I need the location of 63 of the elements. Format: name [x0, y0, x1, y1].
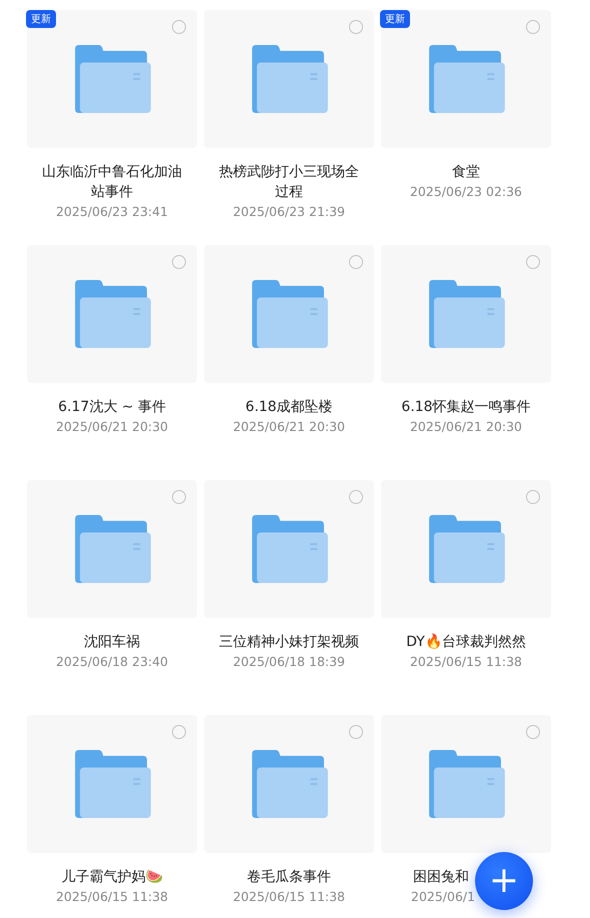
folder-icon [250, 515, 328, 583]
folder-name: 卷毛瓜条事件 [246, 868, 332, 887]
folder-icon [250, 280, 328, 348]
folder-card[interactable]: 更新 [381, 10, 551, 148]
select-checkbox[interactable] [172, 20, 186, 34]
folder-name: 三位精神小妹打架视频 [219, 633, 359, 652]
folder-card[interactable] [204, 245, 374, 383]
folder-name: 沈阳车祸 [83, 633, 141, 652]
folder-card[interactable] [381, 480, 551, 618]
folder-name: 热榜武陟打小三现场全过程 [219, 163, 359, 202]
folder-date: 2025/06/21 20:30 [410, 418, 522, 436]
folder-card[interactable] [27, 245, 197, 383]
select-checkbox[interactable] [172, 490, 186, 504]
folder-date: 2025/06/18 23:40 [56, 653, 168, 671]
select-checkbox[interactable] [526, 725, 540, 739]
folder-name: 儿子霸气护妈🍉 [60, 868, 164, 887]
select-checkbox[interactable] [172, 255, 186, 269]
folder-card[interactable] [381, 245, 551, 383]
folder-card[interactable]: 更新 [27, 10, 197, 148]
folder-name: 困困兔和 [412, 868, 469, 887]
folder-icon [250, 45, 328, 113]
folder-card[interactable] [27, 715, 197, 853]
folder-icon [73, 280, 151, 348]
add-button[interactable]: + [475, 852, 533, 910]
folder-card[interactable] [27, 480, 197, 618]
folder-icon [73, 750, 151, 818]
select-checkbox[interactable] [349, 255, 363, 269]
folder-card[interactable] [204, 715, 374, 853]
update-badge: 更新 [380, 10, 410, 28]
select-checkbox[interactable] [172, 725, 186, 739]
select-checkbox[interactable] [349, 20, 363, 34]
folder-date: 2025/06/21 20:30 [232, 418, 346, 436]
folder-icon [250, 750, 328, 818]
select-checkbox[interactable] [526, 20, 540, 34]
folder-date: 2025/06/15 11:38 [410, 653, 522, 671]
folder-date: 2025/06/15 11:38 [56, 888, 168, 906]
folder-icon [427, 515, 505, 583]
select-checkbox[interactable] [526, 255, 540, 269]
folder-icon [73, 515, 151, 583]
folder-name: 山东临沂中鲁石化加油站事件 [42, 163, 182, 202]
folder-date: 2025/06/23 21:39 [232, 203, 346, 221]
folder-date: 2025/06/23 23:41 [56, 203, 168, 221]
folder-name: 食堂 [451, 163, 481, 182]
folder-date: 2025/06/18 18:39 [232, 653, 346, 671]
folder-name: 6.18怀集赵一鸣事件 [400, 398, 532, 417]
folder-name: 6.17沈大 ~ 事件 [57, 398, 167, 417]
folder-card[interactable] [204, 480, 374, 618]
folder-date: 2025/06/1 [411, 888, 476, 906]
select-checkbox[interactable] [349, 490, 363, 504]
folder-card[interactable] [204, 10, 374, 148]
folder-icon [427, 45, 505, 113]
folder-date: 2025/06/23 02:36 [410, 183, 522, 201]
folder-icon [427, 280, 505, 348]
folder-card[interactable] [381, 715, 551, 853]
folder-name: DY🔥台球裁判然然 [405, 632, 527, 652]
folder-icon [427, 750, 505, 818]
folder-icon [73, 45, 151, 113]
folder-date: 2025/06/21 20:30 [56, 418, 168, 436]
select-checkbox[interactable] [526, 490, 540, 504]
folder-name: 6.18成都坠楼 [244, 398, 334, 417]
folder-date: 2025/06/15 11:38 [232, 888, 346, 906]
select-checkbox[interactable] [349, 725, 363, 739]
update-badge: 更新 [26, 10, 56, 28]
